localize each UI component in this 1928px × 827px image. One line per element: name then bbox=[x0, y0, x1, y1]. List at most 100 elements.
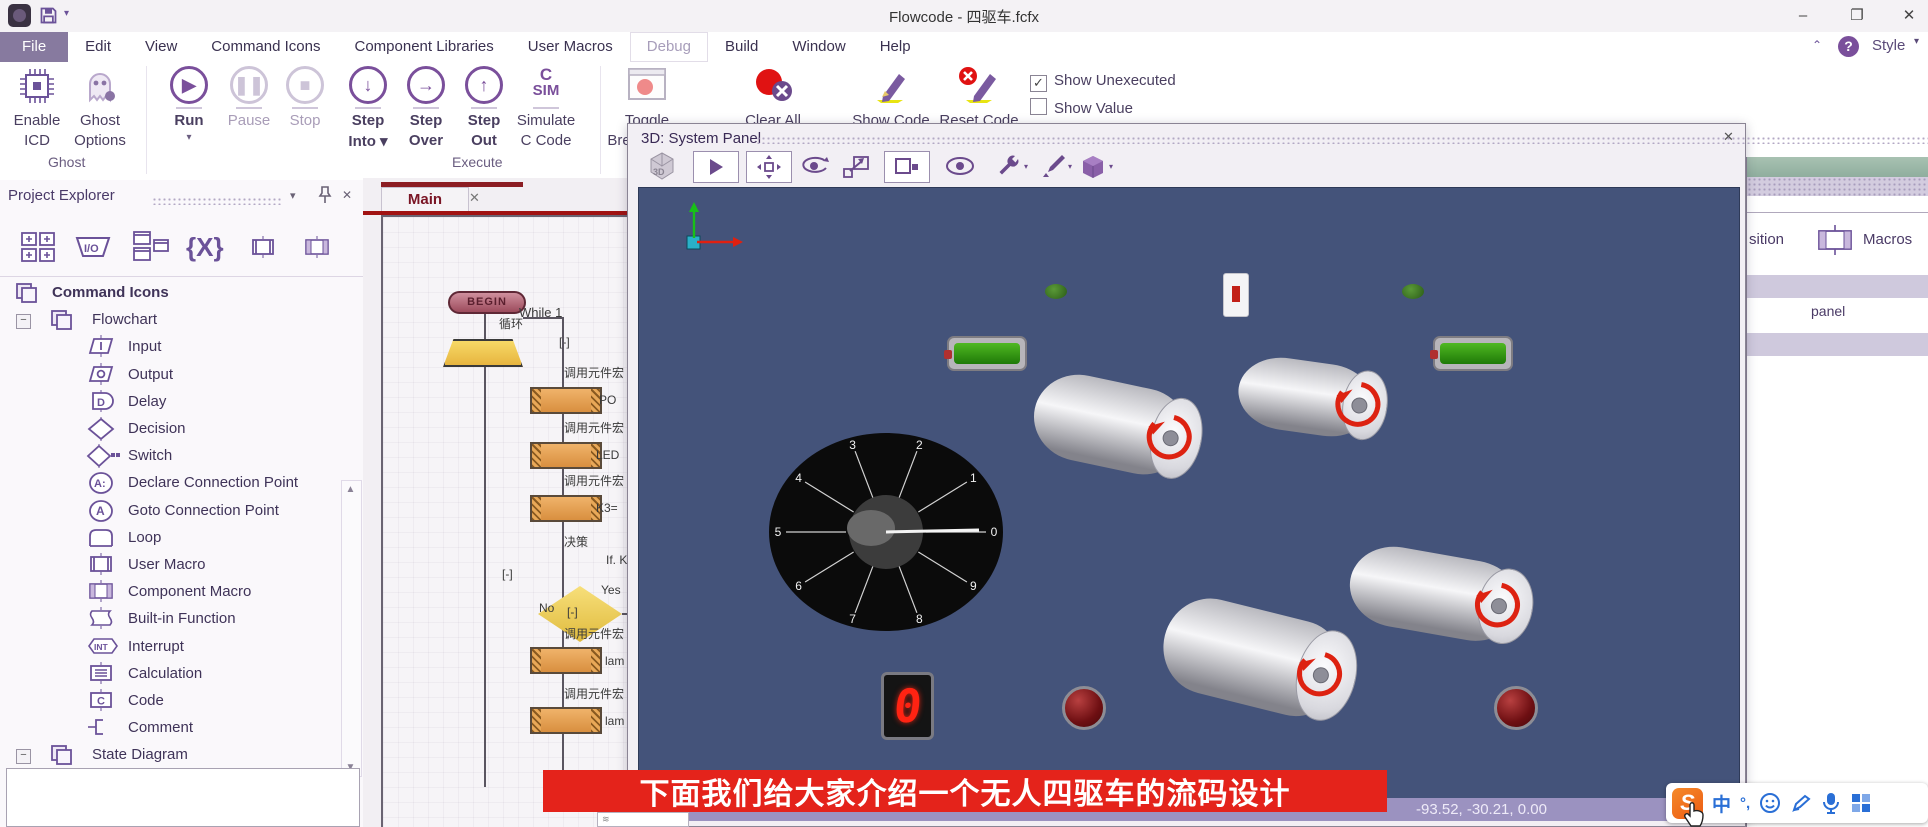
menu-edit[interactable]: Edit bbox=[68, 32, 128, 62]
resize-icon[interactable] bbox=[838, 151, 874, 181]
punctuation-icon[interactable]: °, bbox=[1740, 795, 1750, 812]
collapse-marker[interactable]: [-] bbox=[502, 567, 513, 581]
checkbox-icon[interactable] bbox=[1030, 98, 1047, 115]
tree-item-goto-connection-point[interactable]: AGoto Connection Point bbox=[0, 498, 360, 525]
restore-button[interactable]: ❐ bbox=[1840, 4, 1874, 28]
red-led-component[interactable] bbox=[1062, 686, 1106, 730]
menu-user-macros[interactable]: User Macros bbox=[511, 32, 630, 62]
step-into-button[interactable]: ↓ Step Into ▾ bbox=[342, 66, 394, 156]
component-macro-node[interactable] bbox=[530, 387, 602, 414]
tree-item-declare-connection-point[interactable]: A:Declare Connection Point bbox=[0, 470, 360, 497]
component-macro-node[interactable] bbox=[530, 442, 602, 469]
region-icon[interactable] bbox=[884, 151, 930, 183]
io-icon[interactable]: I/O bbox=[70, 224, 116, 270]
component-macro-icon[interactable] bbox=[294, 224, 340, 270]
brush-icon[interactable]: ▾ bbox=[1038, 151, 1074, 181]
tree-item-delay[interactable]: DDelay bbox=[0, 389, 360, 416]
menu-component-libraries[interactable]: Component Libraries bbox=[338, 32, 511, 62]
panel-close-icon[interactable]: ✕ bbox=[342, 188, 352, 202]
windows-icon[interactable] bbox=[128, 224, 174, 270]
tree-item-input[interactable]: Input bbox=[0, 334, 360, 361]
grid-plus-icon[interactable] bbox=[16, 224, 62, 270]
flowchart-loop-node[interactable] bbox=[443, 339, 523, 367]
green-led-component[interactable] bbox=[1045, 284, 1067, 299]
tree-item-loop[interactable]: Loop bbox=[0, 525, 360, 552]
pin-icon[interactable] bbox=[316, 185, 334, 205]
collapse-ribbon-icon[interactable]: ⌃ bbox=[1812, 38, 1822, 52]
flowchart-begin-node[interactable]: BEGIN bbox=[448, 291, 526, 314]
microphone-icon[interactable] bbox=[1821, 791, 1841, 815]
ghost-options-button[interactable]: Ghost Options bbox=[70, 66, 130, 156]
tree-item-switch[interactable]: Switch bbox=[0, 443, 360, 470]
cube-icon[interactable]: ▾ bbox=[1078, 151, 1114, 181]
tree-item-calculation[interactable]: Calculation bbox=[0, 661, 360, 688]
tree-item-user-macro[interactable]: User Macro bbox=[0, 552, 360, 579]
scroll-up-icon[interactable]: ▲ bbox=[342, 481, 359, 498]
simulate-c-code-button[interactable]: C SIM Simulate C Code bbox=[514, 66, 578, 156]
menu-window[interactable]: Window bbox=[775, 32, 862, 62]
3d-viewport[interactable]: 0123456789 0 bbox=[638, 187, 1740, 800]
dock-header-grip[interactable] bbox=[1747, 177, 1928, 196]
help-icon[interactable]: ? bbox=[1838, 36, 1859, 57]
show-value-checkbox[interactable]: Show Value bbox=[1030, 98, 1133, 117]
table-row[interactable] bbox=[1747, 333, 1928, 356]
minimize-button[interactable]: – bbox=[1786, 4, 1820, 28]
tree-expander-icon[interactable]: − bbox=[16, 749, 31, 764]
component-macro-node[interactable] bbox=[530, 707, 602, 734]
tree-scrollbar[interactable]: ▲ ▼ bbox=[341, 480, 362, 777]
panel-grip[interactable] bbox=[152, 197, 282, 205]
play-icon[interactable] bbox=[693, 151, 739, 183]
enable-icd-button[interactable]: Enable ICD bbox=[8, 66, 66, 156]
dc-motor-component[interactable] bbox=[1234, 352, 1393, 444]
tree-item-output[interactable]: Output bbox=[0, 362, 360, 389]
orbit-icon[interactable] bbox=[796, 151, 832, 181]
3d-panel-close-icon[interactable]: ✕ bbox=[1723, 129, 1734, 145]
collapse-marker[interactable]: [-] bbox=[559, 335, 570, 349]
emoji-icon[interactable] bbox=[1759, 792, 1781, 814]
tree-item-comment[interactable]: Comment bbox=[0, 715, 360, 742]
keyboard-grid-icon[interactable] bbox=[1850, 792, 1872, 814]
close-button[interactable]: ✕ bbox=[1892, 4, 1926, 28]
menu-build[interactable]: Build bbox=[708, 32, 775, 62]
tree-expander-icon[interactable]: − bbox=[16, 314, 31, 329]
tree-item-component-macro[interactable]: Component Macro bbox=[0, 579, 360, 606]
show-unexecuted-checkbox[interactable]: ✓Show Unexecuted bbox=[1030, 72, 1176, 92]
menu-debug[interactable]: Debug bbox=[630, 32, 708, 62]
tree-item-state-diagram[interactable]: −State Diagram bbox=[0, 742, 360, 769]
dc-motor-component[interactable] bbox=[1343, 540, 1539, 651]
tree-item-code[interactable]: CCode bbox=[0, 688, 360, 715]
style-menu[interactable]: Style bbox=[1872, 37, 1905, 54]
menu-view[interactable]: View bbox=[128, 32, 194, 62]
switch-component[interactable] bbox=[1223, 273, 1249, 317]
rotary-switch-component[interactable]: 0123456789 bbox=[767, 431, 1005, 633]
dc-motor-component[interactable] bbox=[1026, 366, 1210, 485]
menu-command-icons[interactable]: Command Icons bbox=[194, 32, 337, 62]
tab-main[interactable]: Main bbox=[381, 187, 469, 212]
handwriting-icon[interactable] bbox=[1790, 792, 1812, 814]
move-icon[interactable] bbox=[746, 151, 792, 183]
wrench-icon[interactable]: ▾ bbox=[994, 151, 1030, 181]
tree-item-decision[interactable]: Decision bbox=[0, 416, 360, 443]
cube3d-logo-icon[interactable]: 3D bbox=[644, 151, 680, 181]
eye-icon[interactable] bbox=[942, 151, 978, 181]
battery-meter-component[interactable] bbox=[947, 336, 1027, 371]
step-over-button[interactable]: → Step Over bbox=[400, 66, 452, 156]
dc-motor-component[interactable] bbox=[1153, 589, 1366, 730]
stop-button[interactable]: ■ Stop bbox=[282, 66, 328, 156]
table-row[interactable] bbox=[1747, 275, 1928, 298]
tree-item-flowchart[interactable]: −Flowchart bbox=[0, 307, 360, 334]
battery-meter-component[interactable] bbox=[1433, 336, 1513, 371]
pause-button[interactable]: ❚❚ Pause bbox=[222, 66, 276, 156]
tree-item-interrupt[interactable]: INTInterrupt bbox=[0, 634, 360, 661]
tree-item-command-icons[interactable]: Command Icons bbox=[0, 280, 360, 307]
red-led-component[interactable] bbox=[1494, 686, 1538, 730]
component-macro-node[interactable] bbox=[530, 495, 602, 522]
menu-file[interactable]: File bbox=[0, 32, 68, 62]
tree-item-built-in-function[interactable]: Built-in Function bbox=[0, 606, 360, 633]
seven-segment-display[interactable]: 0 bbox=[881, 672, 934, 740]
chinese-mode-icon[interactable]: 中 bbox=[1712, 790, 1731, 817]
panel-menu-caret-icon[interactable]: ▾ bbox=[290, 189, 296, 202]
checkbox-icon[interactable]: ✓ bbox=[1030, 75, 1047, 92]
braces-x-icon[interactable]: {X} bbox=[184, 224, 230, 270]
3d-panel-grip[interactable] bbox=[756, 136, 1928, 144]
